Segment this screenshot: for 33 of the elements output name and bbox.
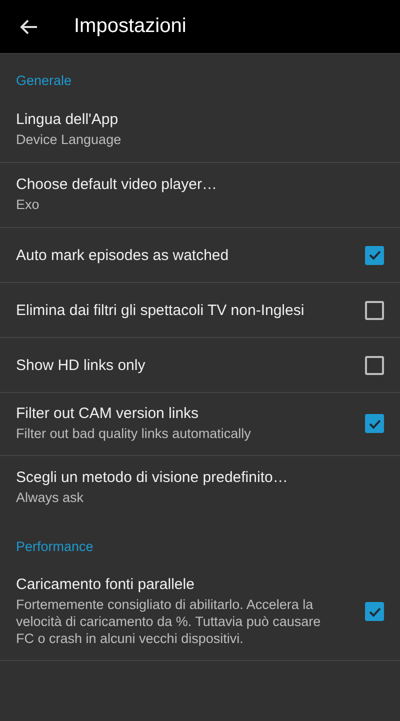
- section-header: Generale: [15, 72, 73, 90]
- setting-title: Caricamento fonti parallele: [16, 576, 196, 593]
- checkbox[interactable]: [365, 246, 384, 264]
- section-header: Performance: [15, 538, 94, 556]
- setting-title: Scegli un metodo di visione predefinito…: [16, 468, 289, 486]
- screen-title: Impostazioni: [74, 15, 186, 38]
- checkbox[interactable]: [365, 300, 384, 320]
- checkbox[interactable]: [365, 356, 384, 374]
- settings-item[interactable]: Auto mark episodes as watched: [0, 228, 400, 283]
- settings-item[interactable]: Filter out CAM version links Filter out bad quality links automatically: [0, 393, 400, 456]
- checkbox[interactable]: [365, 414, 384, 434]
- checkmark-icon: [368, 418, 382, 430]
- setting-summary: Device Language: [16, 132, 122, 149]
- setting-title: Lingua dell'App: [16, 111, 120, 128]
- setting-summary: Exo: [16, 197, 40, 214]
- back-arrow-icon[interactable]: [20, 18, 38, 34]
- settings-item[interactable]: Elimina dai filtri gli spettacoli TV non-Inglesi: [0, 283, 400, 338]
- setting-title: Choose default video player…: [16, 176, 218, 194]
- settings-item[interactable]: Lingua dell'App Device Language: [0, 98, 400, 163]
- settings-item[interactable]: Show HD links only: [0, 338, 400, 393]
- settings-item[interactable]: Scegli un metodo di visione predefinito… Always ask: [0, 456, 400, 520]
- setting-title: Filter out CAM version links: [16, 405, 200, 422]
- setting-summary: Always ask: [16, 490, 85, 507]
- settings-item[interactable]: Caricamento fonti parallele Fortememente consigliato di abilitarlo. Accelera la velocità di caricamento da %. Tuttavia può causare FC o crash in alcuni vecchi dispositivi.: [0, 564, 400, 660]
- setting-title: Elimina dai filtri gli spettacoli TV non-Inglesi: [16, 302, 306, 318]
- setting-title: Auto mark episodes as watched: [16, 246, 230, 264]
- settings-item[interactable]: Choose default video player… Exo: [0, 163, 400, 228]
- setting-summary: Filter out bad quality links automatically: [16, 426, 252, 443]
- checkmark-icon: [368, 606, 382, 618]
- checkbox[interactable]: [365, 602, 384, 622]
- setting-title: Show HD links only: [16, 356, 146, 374]
- checkmark-icon: [368, 249, 382, 261]
- setting-summary: Fortememente consigliato di abilitarlo. Accelera la velocità di caricamento da %. Tuttavia può causare FC o crash in alcuni vecchi dispositivi.: [16, 596, 322, 648]
